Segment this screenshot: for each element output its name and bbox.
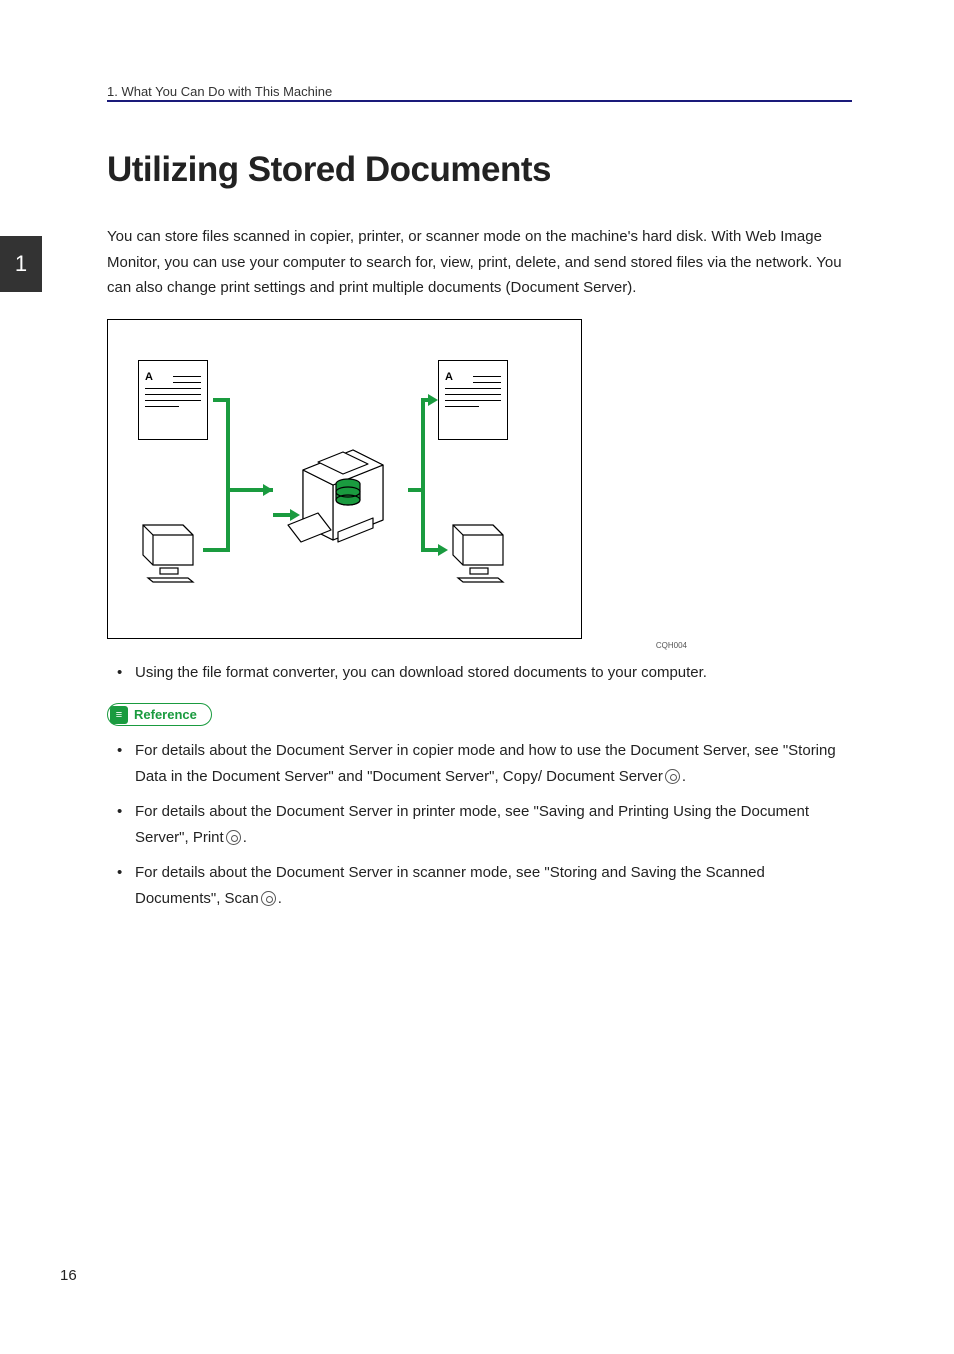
reference-heading: ≡ Reference [107, 703, 212, 726]
flow-arrows [108, 320, 583, 640]
bullet-format-converter: Using the file format converter, you can… [135, 660, 852, 686]
figure-diagram: A A [107, 319, 582, 639]
header-rule [107, 100, 852, 102]
page-content: Utilizing Stored Documents You can store… [107, 150, 852, 921]
reference-icon: ≡ [110, 706, 128, 724]
disc-icon [261, 891, 276, 906]
figure-id-label: CQH004 [107, 641, 687, 650]
ref-item-copier: For details about the Document Server in… [135, 738, 852, 789]
ref-text-end: . [243, 829, 247, 846]
ref-text: For details about the Document Server in… [135, 864, 765, 907]
page-title: Utilizing Stored Documents [107, 150, 852, 190]
ref-text: For details about the Document Server in… [135, 742, 836, 785]
ref-item-scanner: For details about the Document Server in… [135, 860, 852, 911]
reference-label: Reference [134, 707, 197, 722]
ref-item-printer: For details about the Document Server in… [135, 799, 852, 850]
running-header: 1. What You Can Do with This Machine [107, 84, 332, 99]
feature-bullets: Using the file format converter, you can… [107, 660, 852, 686]
disc-icon [665, 769, 680, 784]
disc-icon [226, 830, 241, 845]
ref-text-end: . [682, 768, 686, 785]
ref-text-end: . [278, 890, 282, 907]
page-number: 16 [60, 1267, 77, 1284]
chapter-tab: 1 [0, 236, 42, 292]
intro-paragraph: You can store files scanned in copier, p… [107, 224, 852, 301]
reference-list: For details about the Document Server in… [107, 738, 852, 911]
